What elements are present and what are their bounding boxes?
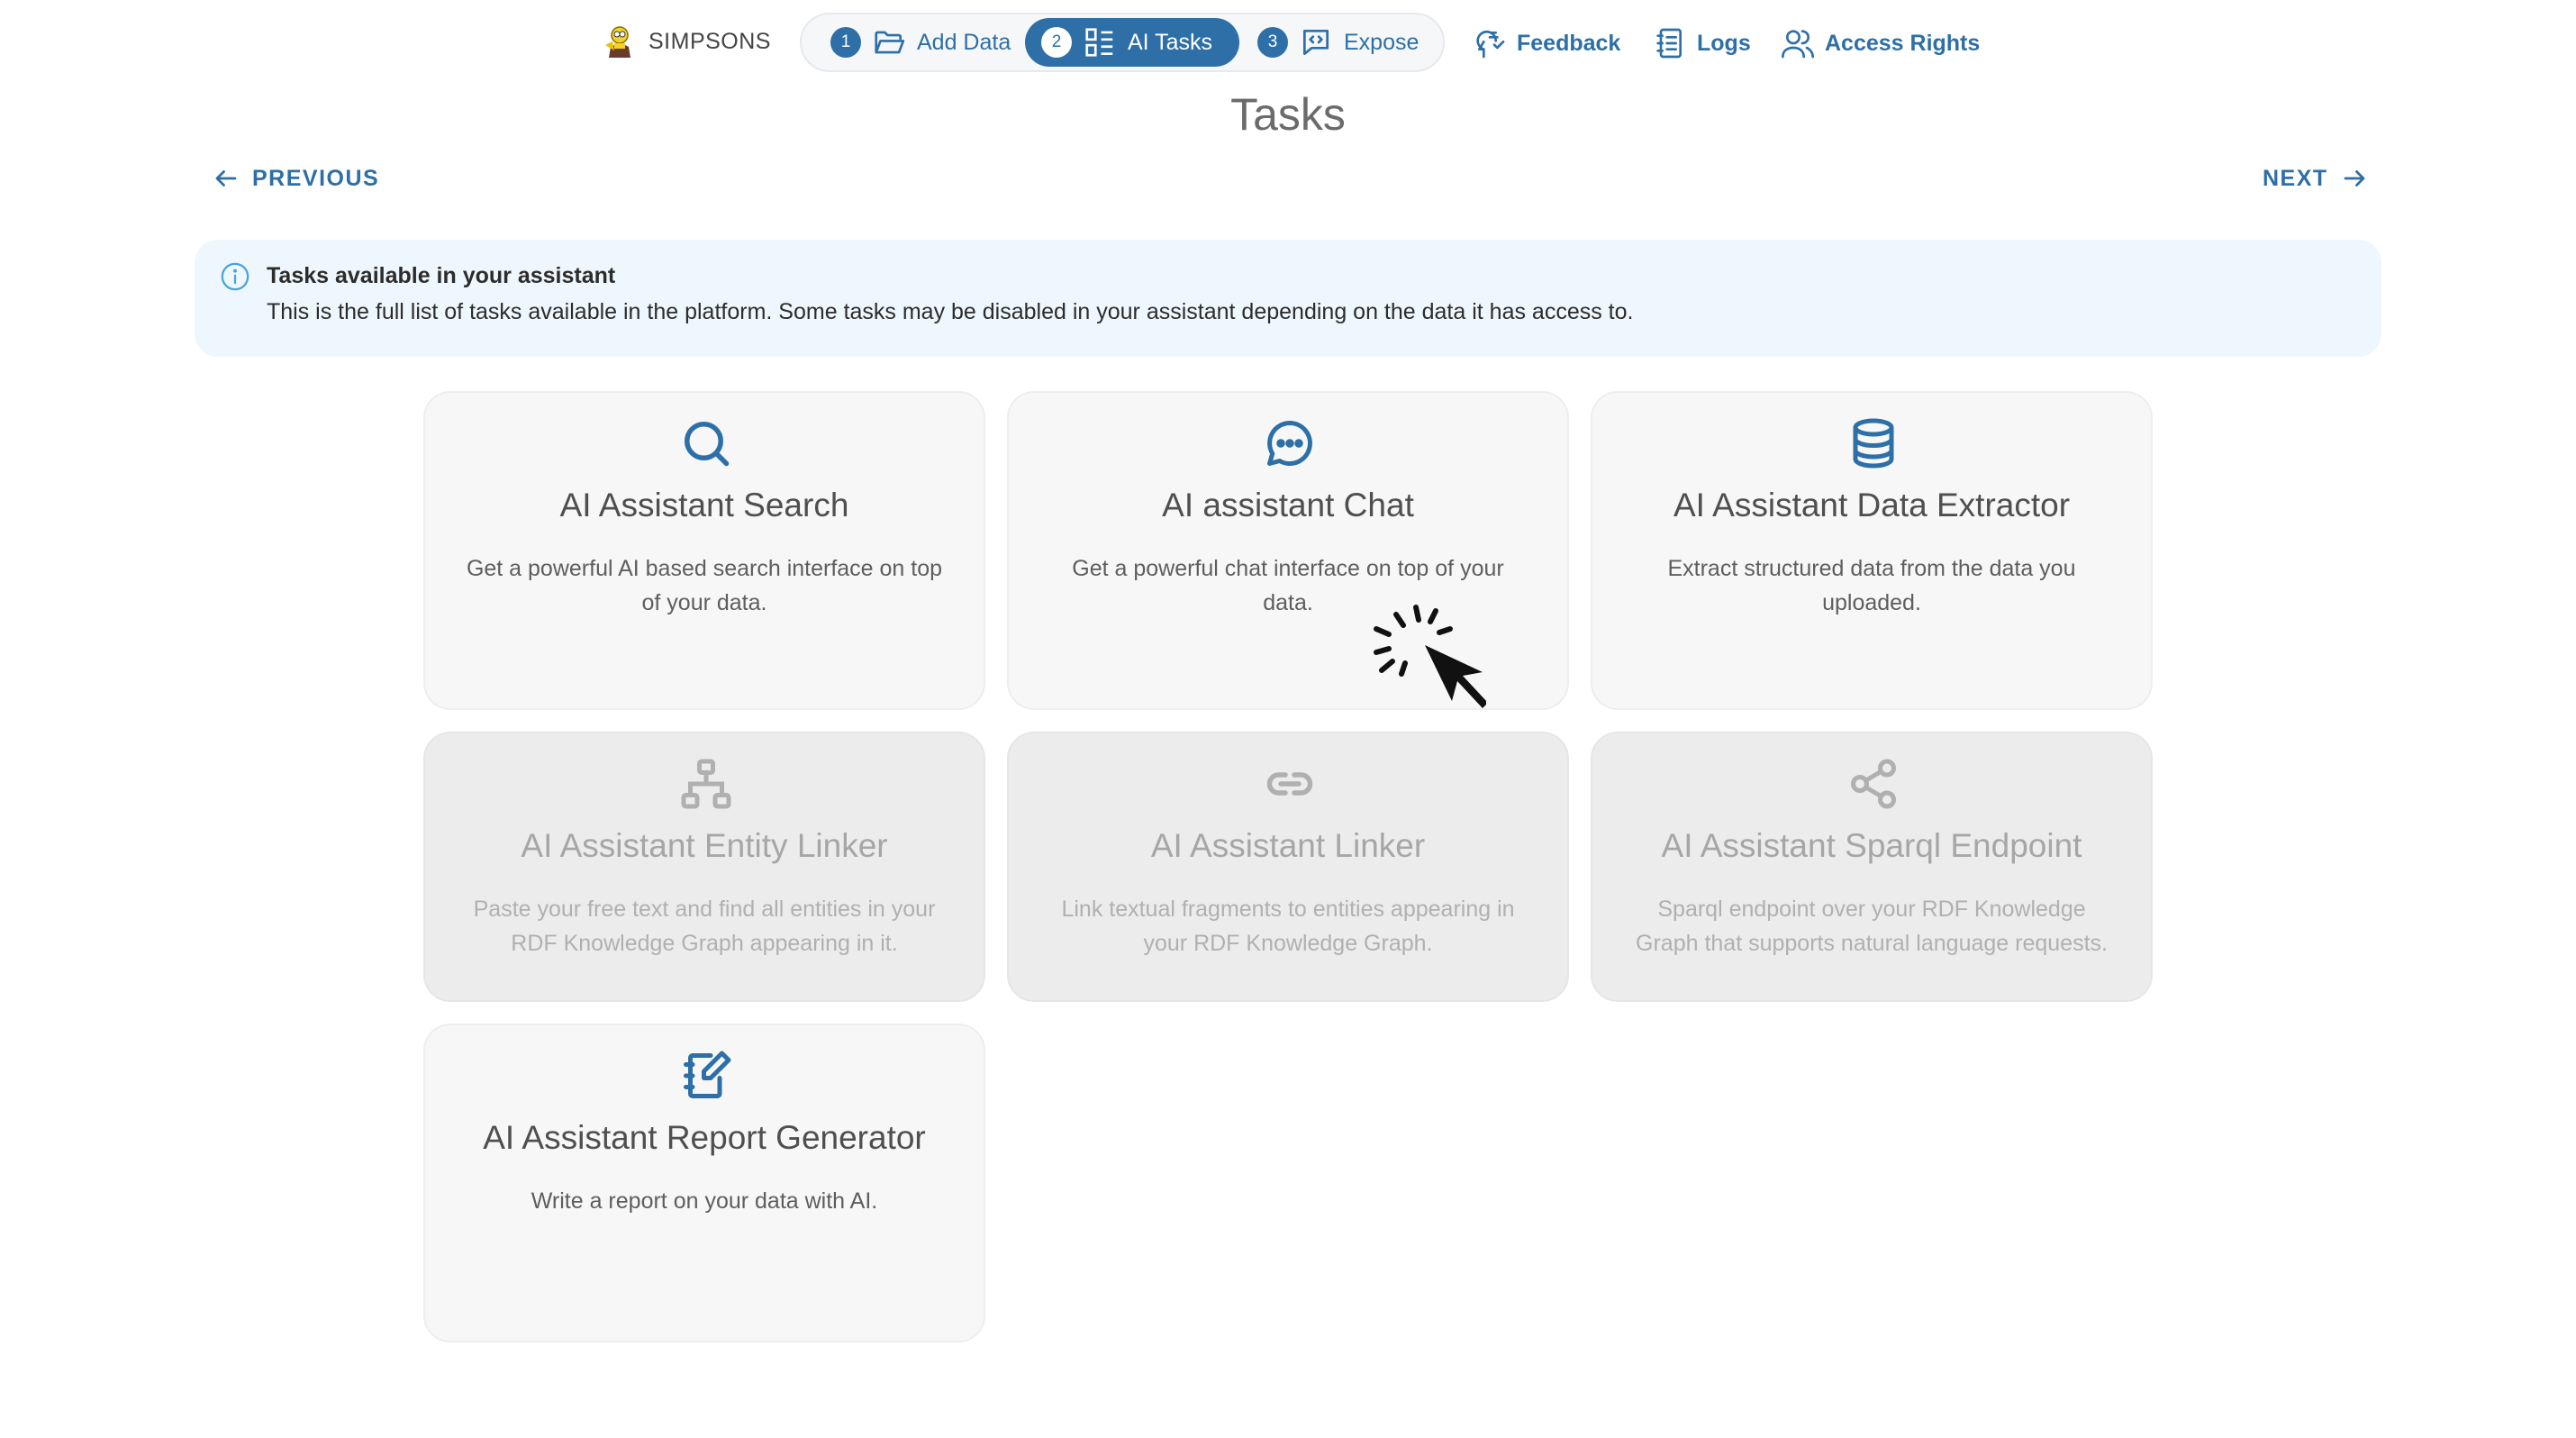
task-title: AI Assistant Report Generator	[483, 1119, 926, 1156]
task-description: Write a report on your data with AI.	[531, 1188, 878, 1214]
task-description: Get a powerful AI based search interface…	[466, 556, 943, 615]
previous-label: PREVIOUS	[252, 165, 380, 191]
task-description: Extract structured data from the data yo…	[1667, 556, 2076, 615]
logs-label: Logs	[1697, 30, 1751, 56]
logs-icon	[1656, 28, 1682, 59]
info-alert: Tasks available in your assistant This i…	[195, 240, 2381, 357]
folder-open-icon	[875, 31, 905, 54]
feedback-link[interactable]: Feedback	[1472, 23, 1620, 63]
logs-link[interactable]: Logs	[1652, 23, 1751, 63]
step-number: 3	[1257, 27, 1288, 58]
access-rights-label: Access Rights	[1825, 30, 1981, 56]
step-add-data[interactable]: 1 Add Data	[814, 18, 1027, 67]
arrow-left-icon	[215, 170, 237, 187]
task-card-search[interactable]: AI Assistant Search Get a powerful AI ba…	[423, 391, 985, 710]
feedback-icon	[1476, 30, 1505, 59]
chat-bubble-icon	[1267, 421, 1312, 466]
brand[interactable]: SIMPSONS	[602, 23, 771, 59]
arrow-right-icon	[2344, 170, 2365, 187]
next-button[interactable]: NEXT	[2263, 160, 2368, 196]
users-icon	[1782, 30, 1814, 59]
task-title: AI Assistant Data Extractor	[1673, 487, 2071, 523]
info-icon	[221, 262, 249, 291]
top-bar: SIMPSONS 1 Add Data 2 AI Tasks 3 Expose …	[0, 0, 2576, 86]
next-label: NEXT	[2263, 165, 2328, 191]
task-title: AI Assistant Entity Linker	[521, 827, 888, 864]
workflow-stepper: 1 Add Data 2 AI Tasks 3 Expose	[800, 13, 1445, 72]
alert-title: Tasks available in your assistant	[267, 263, 616, 288]
task-description: Link textual fragments to entities appea…	[1061, 896, 1515, 956]
task-description: Sparql endpoint over your RDF Knowledge …	[1636, 896, 2108, 956]
task-title: AI Assistant Sparql Endpoint	[1661, 827, 2082, 864]
alert-text: This is the full list of tasks available…	[267, 299, 1634, 324]
task-card-linker[interactable]: AI Assistant Linker Link textual fragmen…	[1007, 732, 1569, 1002]
task-title: AI Assistant Search	[559, 487, 849, 523]
click-cursor-icon	[1374, 605, 1486, 708]
search-icon	[685, 422, 730, 467]
message-code-icon	[1302, 29, 1329, 56]
access-rights-link[interactable]: Access Rights	[1780, 23, 1980, 63]
step-expose[interactable]: 3 Expose	[1241, 18, 1435, 67]
share-icon	[1851, 759, 1896, 809]
task-card-data-extractor[interactable]: AI Assistant Data Extractor Extract stru…	[1591, 391, 2153, 710]
feedback-label: Feedback	[1517, 30, 1621, 56]
dashboard-icon	[1085, 28, 1113, 57]
task-title: AI Assistant Linker	[1150, 827, 1426, 864]
step-number: 2	[1041, 27, 1072, 58]
task-card-entity-linker[interactable]: AI Assistant Entity Linker Paste your fr…	[423, 732, 985, 1002]
brand-name: SIMPSONS	[649, 28, 771, 54]
page-title: Tasks	[1230, 89, 1346, 140]
link-icon	[1266, 772, 1313, 796]
task-card-sparql-endpoint[interactable]: AI Assistant Sparql Endpoint Sparql endp…	[1591, 732, 2153, 1002]
task-card-report-generator[interactable]: AI Assistant Report Generator Write a re…	[423, 1024, 985, 1342]
notebook-edit-icon	[684, 1051, 731, 1098]
step-label: AI Tasks	[1128, 29, 1213, 55]
step-number: 1	[830, 27, 861, 58]
step-label: Add Data	[917, 29, 1011, 55]
hierarchy-icon	[681, 759, 731, 809]
step-ai-tasks[interactable]: 2 AI Tasks	[1025, 18, 1239, 67]
database-icon	[1853, 418, 1894, 469]
task-description: Paste your free text and find all entiti…	[473, 896, 936, 956]
task-title: AI assistant Chat	[1162, 487, 1414, 523]
previous-button[interactable]: PREVIOUS	[213, 160, 379, 196]
step-label: Expose	[1344, 29, 1420, 55]
simpsons-logo-icon	[605, 26, 630, 58]
